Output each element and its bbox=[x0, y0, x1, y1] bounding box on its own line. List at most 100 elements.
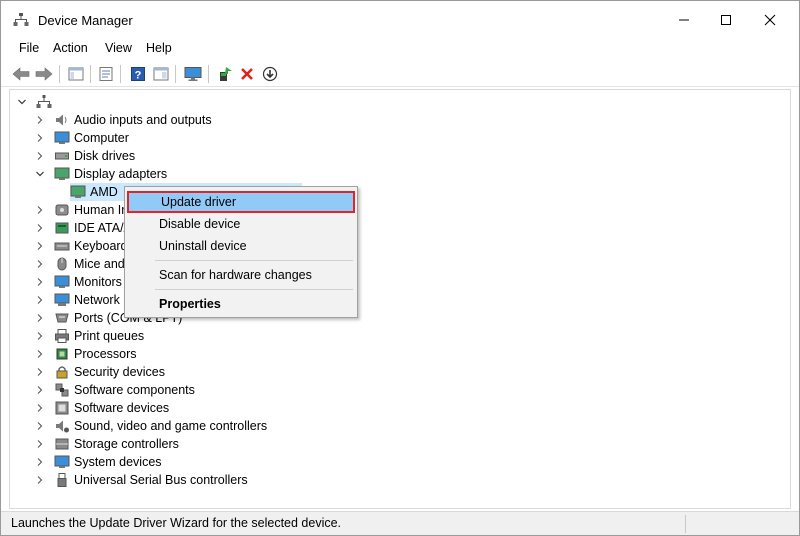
tree-item-computer[interactable]: Computer bbox=[34, 129, 129, 147]
chevron-down-icon[interactable] bbox=[34, 168, 46, 180]
menu-bar: File Action View Help bbox=[1, 39, 799, 59]
tree-item-label: Processors bbox=[74, 347, 137, 361]
ctx-separator bbox=[155, 289, 353, 290]
chevron-right-icon[interactable] bbox=[34, 456, 46, 468]
tree-item-label: AMD bbox=[90, 185, 118, 199]
status-bar: Launches the Update Driver Wizard for th… bbox=[1, 511, 799, 535]
tree-item-security-devices[interactable]: Security devices bbox=[34, 363, 165, 381]
menu-file[interactable]: File bbox=[19, 41, 39, 55]
tree-item-processors[interactable]: Processors bbox=[34, 345, 137, 363]
security-icon bbox=[54, 364, 70, 380]
chevron-down-icon[interactable] bbox=[16, 96, 28, 108]
tree-item-label: Software components bbox=[74, 383, 195, 397]
tree-item-human-interface[interactable]: Human Ir bbox=[34, 201, 125, 219]
chevron-right-icon[interactable] bbox=[34, 222, 46, 234]
disk-icon bbox=[54, 148, 70, 164]
tree-item-display-adapters[interactable]: Display adapters bbox=[34, 165, 167, 183]
properties-icon[interactable] bbox=[96, 64, 116, 84]
menu-action[interactable]: Action bbox=[53, 41, 88, 55]
tree-item-disk-drives[interactable]: Disk drives bbox=[34, 147, 135, 165]
speaker-icon bbox=[54, 112, 70, 128]
ctx-scan-hardware[interactable]: Scan for hardware changes bbox=[127, 264, 355, 286]
tree-item-audio[interactable]: Audio inputs and outputs bbox=[34, 111, 212, 129]
toolbar-separator bbox=[120, 65, 121, 83]
mouse-icon bbox=[54, 256, 70, 272]
back-icon[interactable] bbox=[11, 64, 31, 84]
ctx-properties[interactable]: Properties bbox=[127, 293, 355, 315]
tree-item-software-components[interactable]: Software components bbox=[34, 381, 195, 399]
forward-icon[interactable] bbox=[34, 64, 54, 84]
tree-item-label: System devices bbox=[74, 455, 162, 469]
toolbar-separator bbox=[59, 65, 60, 83]
chevron-right-icon[interactable] bbox=[34, 438, 46, 450]
tree-item-label: Computer bbox=[74, 131, 129, 145]
tree-item-label: Audio inputs and outputs bbox=[74, 113, 212, 127]
computer-root-icon bbox=[36, 94, 52, 110]
view-icon[interactable] bbox=[151, 64, 171, 84]
menu-view[interactable]: View bbox=[105, 41, 132, 55]
tree-item-network[interactable]: Network bbox=[34, 291, 120, 309]
chevron-right-icon[interactable] bbox=[34, 348, 46, 360]
tree-item-ide-ata[interactable]: IDE ATA/A bbox=[34, 219, 132, 237]
tree-item-label: Human Ir bbox=[74, 203, 126, 217]
update-driver-icon[interactable] bbox=[215, 64, 235, 84]
tree-item-software-devices[interactable]: Software devices bbox=[34, 399, 169, 417]
software-device-icon bbox=[54, 400, 70, 416]
maximize-button[interactable] bbox=[703, 1, 749, 39]
tree-root[interactable] bbox=[16, 93, 56, 111]
uninstall-icon[interactable] bbox=[237, 64, 257, 84]
tree-item-label: Security devices bbox=[74, 365, 166, 379]
tree-item-keyboards[interactable]: Keyboard bbox=[34, 237, 128, 255]
chevron-right-icon[interactable] bbox=[34, 276, 46, 288]
tree-item-monitors[interactable]: Monitors bbox=[34, 273, 122, 291]
toolbar-separator bbox=[90, 65, 91, 83]
chevron-right-icon[interactable] bbox=[34, 132, 46, 144]
chevron-right-icon[interactable] bbox=[34, 258, 46, 270]
chevron-right-icon[interactable] bbox=[34, 312, 46, 324]
display-adapter-icon bbox=[54, 166, 70, 182]
ctx-separator bbox=[155, 260, 353, 261]
chevron-right-icon[interactable] bbox=[34, 150, 46, 162]
tree-item-print-queues[interactable]: Print queues bbox=[34, 327, 144, 345]
chevron-right-icon[interactable] bbox=[34, 402, 46, 414]
chevron-right-icon[interactable] bbox=[34, 384, 46, 396]
download-icon[interactable] bbox=[260, 64, 280, 84]
tree-item-label: Universal Serial Bus controllers bbox=[74, 473, 248, 487]
ctx-disable-device[interactable]: Disable device bbox=[127, 213, 355, 235]
display-adapter-icon bbox=[70, 184, 86, 200]
system-icon bbox=[54, 454, 70, 470]
ide-icon bbox=[54, 220, 70, 236]
ctx-uninstall-device[interactable]: Uninstall device bbox=[127, 235, 355, 257]
sound-icon bbox=[54, 418, 70, 434]
chevron-right-icon[interactable] bbox=[34, 294, 46, 306]
help-icon[interactable]: ? bbox=[128, 64, 148, 84]
chevron-right-icon[interactable] bbox=[34, 240, 46, 252]
chevron-right-icon[interactable] bbox=[34, 114, 46, 126]
close-button[interactable] bbox=[747, 1, 793, 39]
tree-item-system-devices[interactable]: System devices bbox=[34, 453, 162, 471]
tree-item-label: Keyboard bbox=[74, 239, 128, 253]
window-title: Device Manager bbox=[38, 13, 133, 28]
chevron-right-icon[interactable] bbox=[34, 330, 46, 342]
chevron-right-icon[interactable] bbox=[34, 204, 46, 216]
minimize-button[interactable] bbox=[661, 1, 707, 39]
computer-icon bbox=[54, 130, 70, 146]
ctx-item-label: Disable device bbox=[159, 217, 241, 231]
software-component-icon bbox=[54, 382, 70, 398]
ctx-update-driver[interactable]: Update driver bbox=[127, 191, 355, 213]
tree-item-label: Disk drives bbox=[74, 149, 136, 163]
chevron-right-icon[interactable] bbox=[34, 474, 46, 486]
chevron-right-icon[interactable] bbox=[34, 366, 46, 378]
show-hide-tree-icon[interactable] bbox=[66, 64, 86, 84]
menu-help[interactable]: Help bbox=[146, 41, 172, 55]
tree-item-usb-controllers[interactable]: Universal Serial Bus controllers bbox=[34, 471, 248, 489]
svg-text:?: ? bbox=[135, 70, 142, 82]
device-manager-window: Device Manager File Action View Help ? A… bbox=[0, 0, 800, 536]
tree-item-label: Network bbox=[74, 293, 120, 307]
tree-item-sound-video[interactable]: Sound, video and game controllers bbox=[34, 417, 267, 435]
monitor-icon[interactable] bbox=[183, 64, 203, 84]
tree-item-mice[interactable]: Mice and bbox=[34, 255, 125, 273]
chevron-right-icon[interactable] bbox=[34, 420, 46, 432]
status-text: Launches the Update Driver Wizard for th… bbox=[11, 516, 342, 530]
tree-item-storage-controllers[interactable]: Storage controllers bbox=[34, 435, 179, 453]
